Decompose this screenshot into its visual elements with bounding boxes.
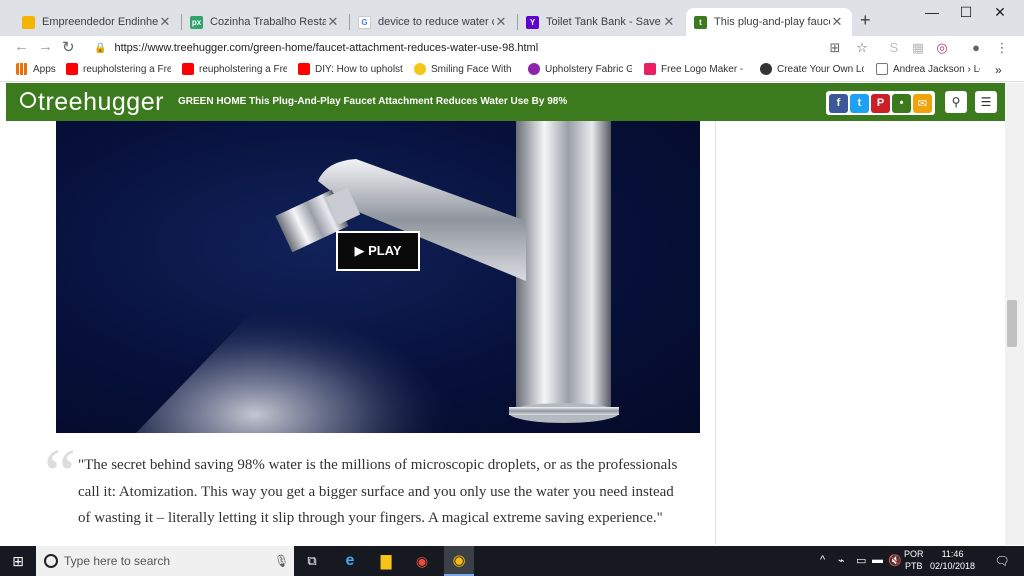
- taskbar-search-input[interactable]: Type here to search 🎙: [36, 546, 294, 576]
- site-header: treehugger GREEN HOME This Plug-And-Play…: [6, 83, 1005, 121]
- language-indicator[interactable]: POR PTB: [904, 548, 924, 572]
- youtube-icon: [298, 63, 310, 75]
- emoji-icon: [414, 63, 426, 75]
- yahoo-favicon-icon: Y: [526, 15, 539, 29]
- bookmark-apps[interactable]: Apps: [16, 63, 56, 75]
- close-window-button[interactable]: ✕: [990, 4, 1010, 21]
- maximize-window-button[interactable]: ☐: [956, 4, 976, 21]
- bookmarks-bar: Apps reupholstering a Fre reupholstering…: [0, 60, 1024, 82]
- hamburger-menu-icon[interactable]: ☰: [975, 91, 997, 113]
- bookmark-item[interactable]: reupholstering a Fre: [182, 63, 287, 75]
- article-quote: "The secret behind saving 98% water is t…: [78, 457, 678, 526]
- site-logo[interactable]: treehugger: [20, 88, 164, 117]
- task-view-icon[interactable]: ⧉: [300, 546, 324, 576]
- close-tab-icon[interactable]: ✕: [158, 14, 172, 30]
- close-tab-icon[interactable]: ✕: [326, 14, 340, 30]
- logo-maker-icon: [644, 63, 656, 75]
- treehugger-favicon-icon: t: [694, 15, 707, 29]
- twitter-icon[interactable]: t: [850, 93, 869, 113]
- extension-icon[interactable]: ▦: [910, 40, 926, 56]
- article-headline: This Plug-And-Play Faucet Attachment Red…: [249, 96, 568, 107]
- browser-tab[interactable]: Y Toilet Tank Bank - Save Water ✕: [518, 8, 684, 36]
- youtube-icon: [66, 63, 78, 75]
- px-favicon-icon: px: [190, 15, 203, 29]
- scrollbar-thumb[interactable]: [1007, 300, 1017, 347]
- back-icon[interactable]: ←: [14, 38, 29, 55]
- profile-icon[interactable]: ●: [968, 40, 984, 55]
- edge-icon[interactable]: e: [338, 546, 362, 576]
- address-bar[interactable]: 🔒 https://www.treehugger.com/green-home/…: [88, 37, 878, 59]
- site-icon: [528, 63, 540, 75]
- minimize-window-button[interactable]: —: [922, 4, 942, 20]
- tab-title: Empreendedor Endinheirado: [42, 16, 158, 28]
- lock-icon: 🔒: [94, 42, 107, 54]
- skype-extension-icon[interactable]: S: [886, 40, 902, 55]
- new-tab-button[interactable]: +: [860, 10, 871, 31]
- windows-taskbar: ⊞ Type here to search 🎙 ⧉ e ▇ ◉ ◉ ^ ⌁ ▭ …: [0, 546, 1024, 576]
- youtube-icon: [182, 63, 194, 75]
- bookmark-item[interactable]: Create Your Own Log: [760, 63, 864, 75]
- tab-strip: Empreendedor Endinheirado ✕ px Cozinha T…: [0, 0, 1024, 36]
- email-icon[interactable]: ✉: [913, 93, 932, 113]
- video-player[interactable]: ▶ PLAY: [56, 121, 700, 433]
- section-link[interactable]: GREEN HOME: [178, 96, 246, 107]
- search-icon[interactable]: ⚲: [945, 91, 967, 113]
- bookmarks-overflow-button[interactable]: »: [995, 63, 1002, 77]
- bookmark-item[interactable]: DIY: How to upholste: [298, 63, 403, 75]
- battery-icon[interactable]: ▬: [872, 554, 883, 566]
- volume-icon[interactable]: 🔇: [888, 554, 902, 567]
- cortana-icon: [44, 554, 58, 568]
- site-icon: [760, 63, 772, 75]
- translate-icon[interactable]: ⊞: [827, 40, 843, 56]
- network-icon[interactable]: ⌁: [838, 554, 845, 567]
- bookmark-star-icon[interactable]: ☆: [854, 40, 870, 56]
- play-button[interactable]: ▶ PLAY: [336, 231, 420, 271]
- faucet-illustration: [136, 121, 619, 433]
- app-icon[interactable]: ◉: [410, 546, 434, 576]
- quote-mark-icon: “: [44, 434, 76, 514]
- apps-grid-icon: [16, 63, 28, 75]
- tray-chevron-icon[interactable]: ^: [820, 554, 825, 566]
- tab-title: Cozinha Trabalho Restaurante: [210, 16, 326, 28]
- browser-tab[interactable]: G device to reduce water consum ✕: [350, 8, 516, 36]
- menu-kebab-icon[interactable]: ⋮: [994, 40, 1010, 56]
- bookmark-item[interactable]: reupholstering a Fre: [66, 63, 171, 75]
- page-viewport: treehugger GREEN HOME This Plug-And-Play…: [6, 83, 1005, 545]
- bookmark-item[interactable]: Andrea Jackson › Log: [876, 63, 980, 75]
- close-tab-icon[interactable]: ✕: [494, 14, 508, 30]
- tray-app-icon[interactable]: ▭: [856, 554, 866, 567]
- pinterest-icon[interactable]: P: [871, 93, 890, 113]
- browser-tab[interactable]: px Cozinha Trabalho Restaurante ✕: [182, 8, 348, 36]
- url-text: https://www.treehugger.com/green-home/fa…: [114, 42, 539, 54]
- instagram-extension-icon[interactable]: ◎: [934, 40, 950, 56]
- chrome-icon[interactable]: ◉: [444, 546, 474, 576]
- close-tab-icon[interactable]: ✕: [662, 14, 676, 30]
- browser-tab[interactable]: Empreendedor Endinheirado ✕: [14, 8, 180, 36]
- file-explorer-icon[interactable]: ▇: [374, 546, 398, 576]
- facebook-icon[interactable]: f: [829, 93, 848, 113]
- notifications-icon[interactable]: 🗨: [992, 546, 1012, 576]
- bookmark-item[interactable]: Upholstery Fabric Gu: [528, 63, 632, 75]
- social-share-bar: f t P • ✉: [826, 91, 935, 115]
- tab-title: Toilet Tank Bank - Save Water: [546, 16, 662, 28]
- windows-start-icon[interactable]: ⊞: [6, 546, 30, 576]
- sidebar-divider: [715, 121, 716, 545]
- tab-title: device to reduce water consum: [378, 16, 494, 28]
- slides-favicon-icon: [22, 15, 35, 29]
- bookmark-item[interactable]: Smiling Face With: [414, 63, 516, 75]
- system-clock[interactable]: 11:46 02/10/2018: [930, 548, 975, 572]
- comment-icon[interactable]: •: [892, 93, 911, 113]
- close-tab-icon[interactable]: ✕: [830, 14, 844, 30]
- google-favicon-icon: G: [358, 15, 371, 29]
- page-icon: [876, 63, 888, 75]
- reload-icon[interactable]: ↻: [62, 38, 75, 56]
- tab-title: This plug-and-play faucet atta: [714, 16, 830, 28]
- logo-circle-icon: [20, 92, 36, 108]
- bookmark-item[interactable]: Free Logo Maker - C: [644, 63, 746, 75]
- microphone-icon[interactable]: 🎙: [274, 554, 289, 568]
- browser-tab-active[interactable]: t This plug-and-play faucet atta ✕: [686, 8, 852, 36]
- forward-icon[interactable]: →: [38, 38, 53, 55]
